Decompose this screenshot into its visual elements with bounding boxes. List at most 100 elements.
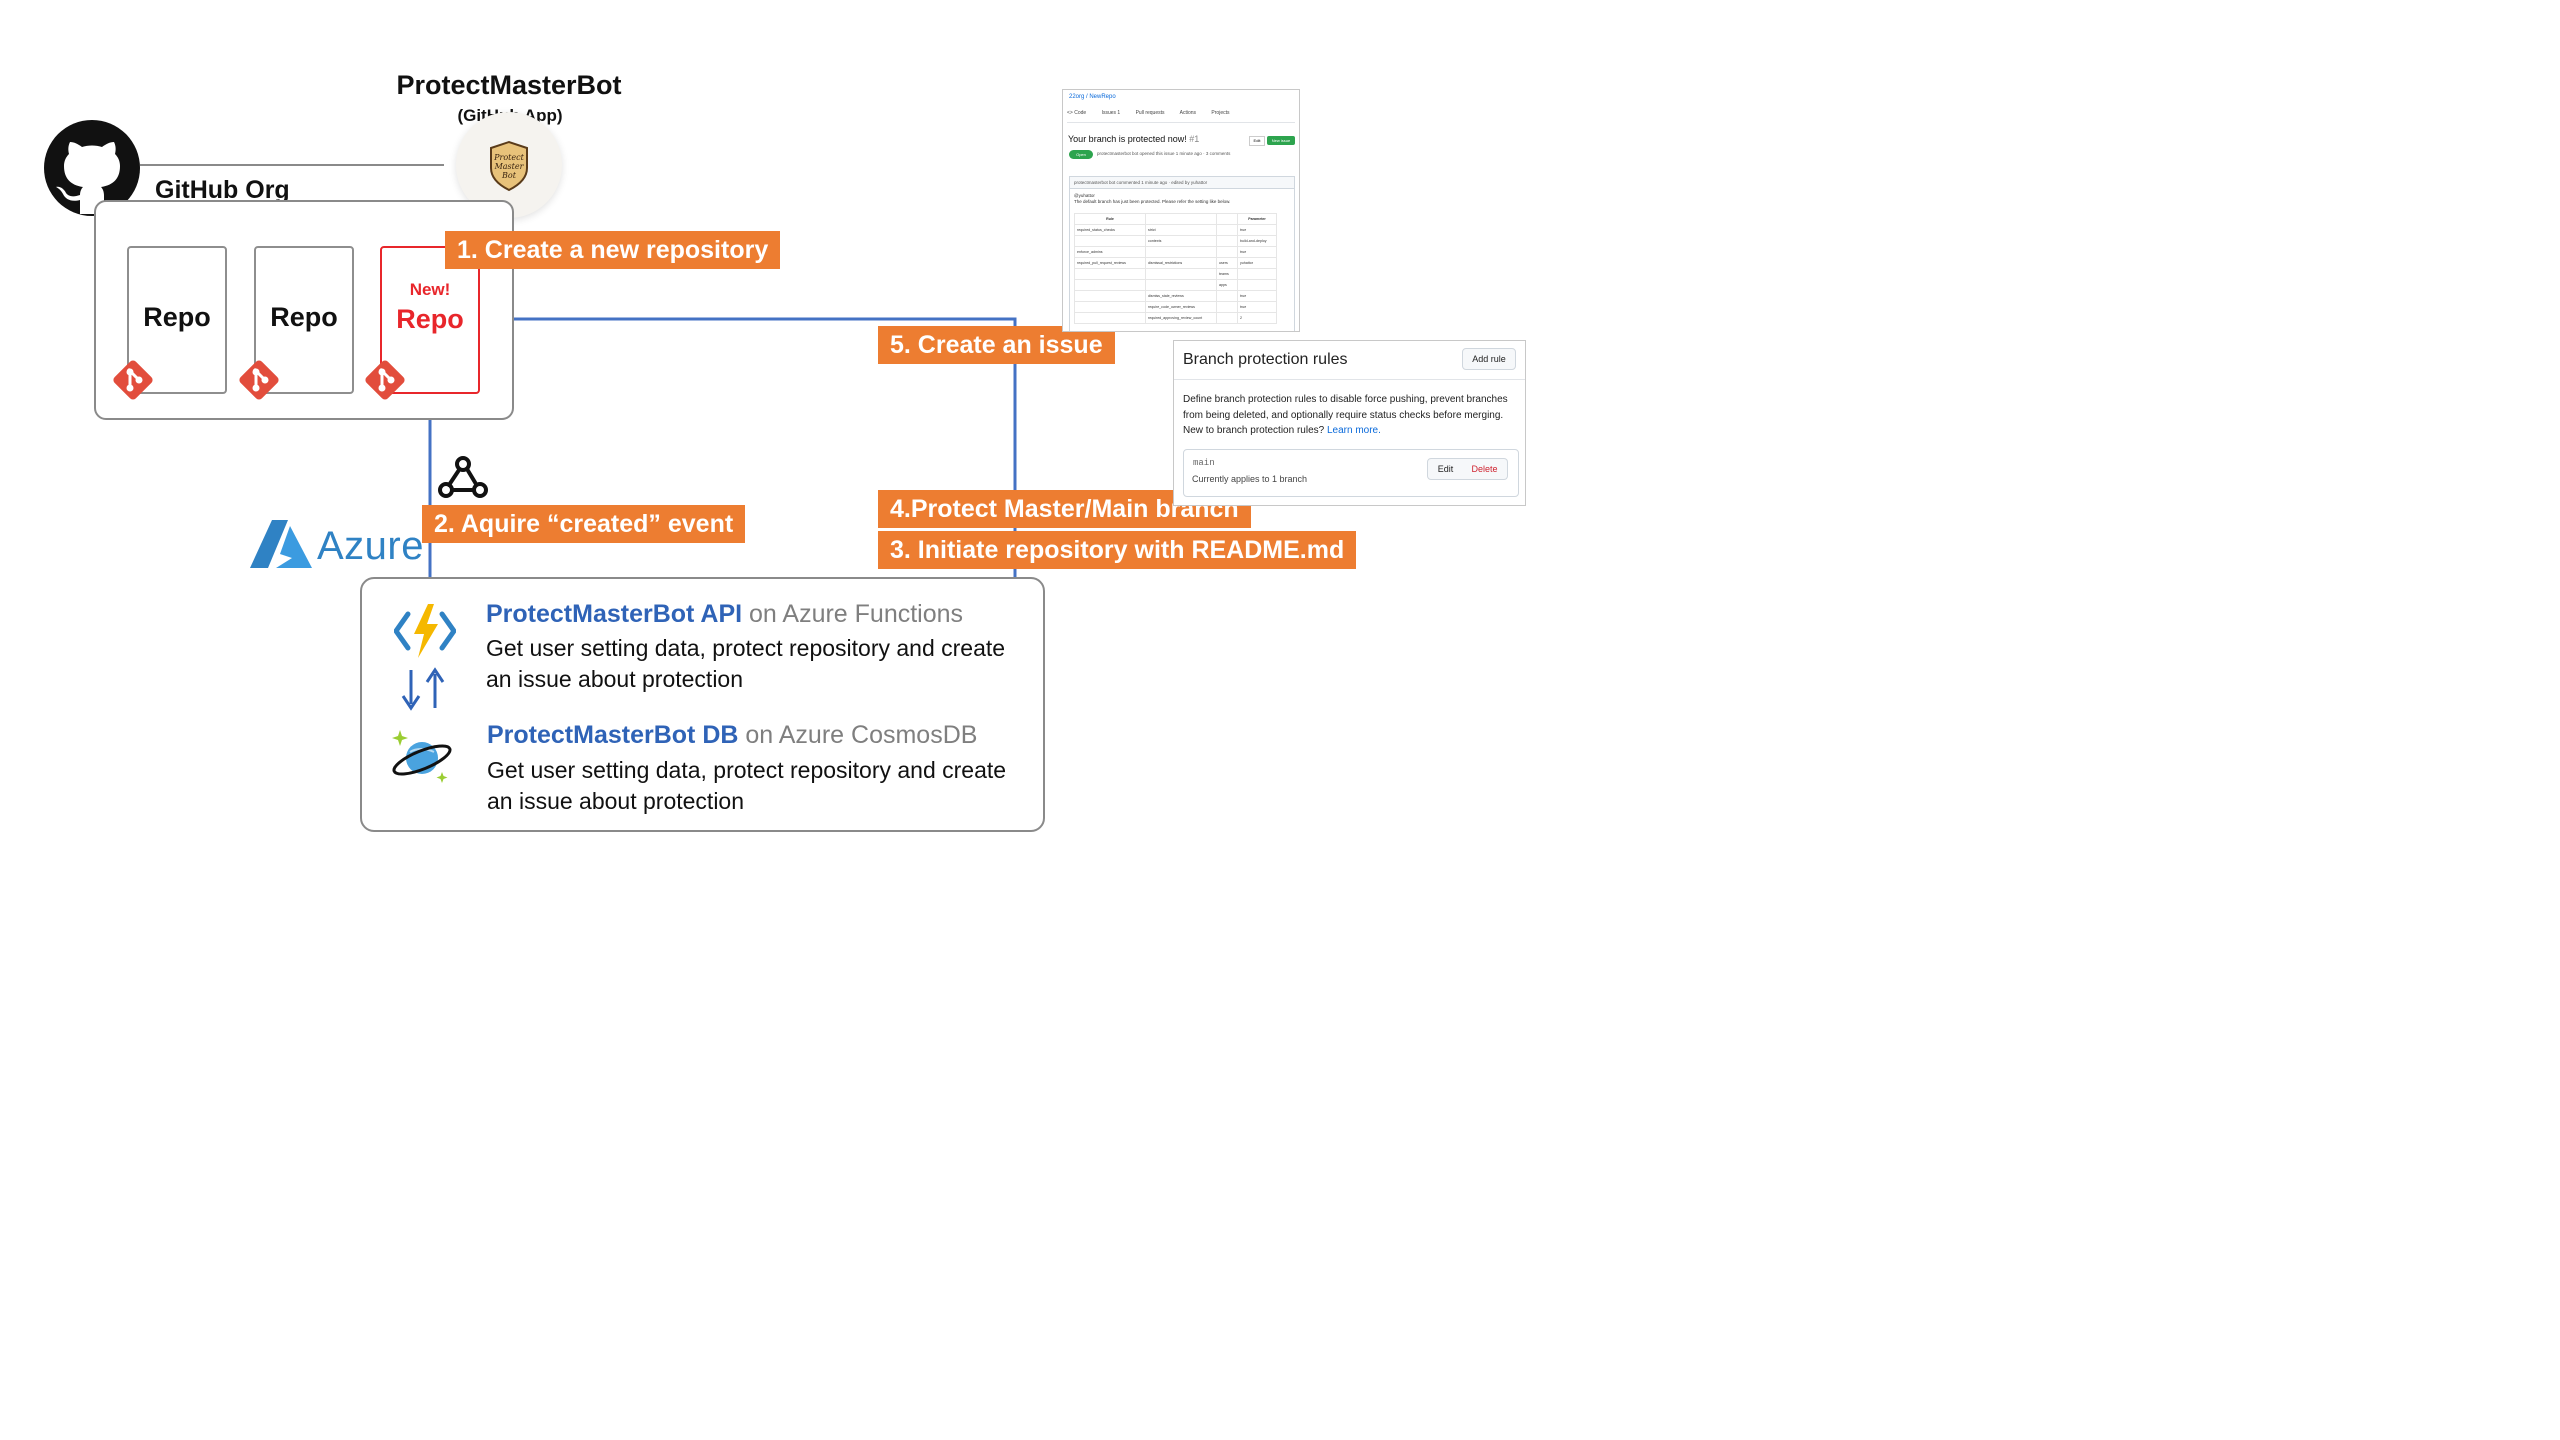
new-repo-badge: New! [409,280,451,299]
table-cell: dismissal_restrictions [1145,257,1217,269]
bot-name: ProtectMasterBot [396,70,622,100]
repo-name: Repo [270,302,338,332]
issue-edit-button[interactable]: Edit [1249,136,1265,146]
branch-rules-title: Branch protection rules [1183,351,1348,368]
branch-rules-screenshot: Branch protection rules Add rule Define … [1173,340,1526,506]
table-cell: enforce_admins [1074,246,1146,258]
git-icon [113,360,153,400]
table-cell: yuhattor [1237,257,1277,269]
comment-header: protectmasterbot bot commented 1 minute … [1070,177,1294,189]
table-cell: required_approving_review_count [1145,312,1217,324]
table-cell [1216,246,1238,258]
tab-pull-requests[interactable]: Pull requests [1136,110,1165,116]
table-cell [1074,290,1146,302]
table-cell: contexts [1145,235,1217,247]
table-cell [1074,279,1146,291]
azure-logo-icon [250,520,312,568]
table-cell [1074,301,1146,313]
table-header-row: Rule Parameter [1074,213,1277,225]
table-cell [1145,268,1217,280]
table-header [1216,213,1238,225]
table-row: require_code_owner_reviews true [1074,301,1277,313]
api-service-description: Get user setting data, protect repositor… [486,635,1006,692]
branch-rules-description: Define branch protection rules to disabl… [1183,392,1513,439]
issue-repo-path: 22org / NewRepo [1069,94,1116,100]
table-cell [1216,290,1238,302]
delete-rule-button[interactable]: Delete [1462,458,1508,480]
db-service-description: Get user setting data, protect repositor… [487,757,1007,814]
table-cell: true [1237,246,1277,258]
tab-projects[interactable]: Projects [1211,110,1229,116]
table-cell [1074,312,1146,324]
table-cell [1216,301,1238,313]
add-rule-button[interactable]: Add rule [1462,348,1516,370]
learn-more-link[interactable]: Learn more. [1327,425,1381,436]
table-cell: required_status_checks [1074,224,1146,236]
tab-actions[interactable]: Actions [1180,110,1196,116]
comment-body: @yuhattor The default branch has just be… [1074,193,1230,205]
db-service-name: ProtectMasterBot DB [487,721,739,749]
tab-issues[interactable]: Issues 1 [1102,110,1121,116]
new-issue-button[interactable]: New issue [1267,136,1295,145]
branch-applies-text: Currently applies to 1 branch [1192,474,1308,484]
db-service-title: ProtectMasterBot DB on Azure CosmosDB [487,721,977,750]
table-header [1145,213,1217,225]
repo-name: Repo [396,304,464,334]
sync-arrows-icon [401,667,445,711]
issue-meta: protectmasterbot bot opened this issue 1… [1097,151,1231,156]
table-cell [1145,279,1217,291]
tab-code[interactable]: <> Code [1067,110,1086,116]
issue-number: #1 [1189,134,1200,144]
table-header: Rule [1074,213,1146,225]
edit-rule-button[interactable]: Edit [1427,458,1464,480]
api-service-platform: on Azure Functions [742,600,964,628]
issue-screenshot: 22org / NewRepo <> Code Issues 1 Pull re… [1062,89,1300,332]
issue-repo-tabs: <> Code Issues 1 Pull requests Actions P… [1067,110,1295,123]
table-row: enforce_admins true [1074,246,1277,258]
table-cell [1237,268,1277,280]
table-cell: build-and-deploy [1237,235,1277,247]
table-row: contexts build-and-deploy [1074,235,1277,247]
table-row: required_approving_review_count 2 [1074,312,1277,324]
table-cell: dismiss_stale_reviews [1145,290,1217,302]
git-icon [239,360,279,400]
table-row: teams [1074,268,1277,280]
table-cell: true [1237,290,1277,302]
bot-logo-text-1: Protect [493,153,524,162]
issue-title-text: Your branch is protected now! [1068,134,1187,144]
step-1-label: 1. Create a new repository [445,231,781,269]
table-cell: 2 [1237,312,1277,324]
table-cell: apps [1216,279,1238,291]
git-icon [365,360,405,400]
table-cell [1074,235,1146,247]
table-cell [1216,312,1238,324]
api-service-title: ProtectMasterBot API on Azure Functions [486,600,963,629]
issue-state-badge: Open [1069,150,1093,159]
table-row: apps [1074,279,1277,291]
table-header: Parameter [1237,213,1277,225]
webhook-icon [438,456,488,498]
table-cell: required_pull_request_reviews [1074,257,1146,269]
table-cell: true [1237,301,1277,313]
step-2-label: 2. Aquire “created” event [422,505,746,543]
table-cell: users [1216,257,1238,269]
api-service-name: ProtectMasterBot API [486,600,743,628]
cosmosdb-icon [392,730,452,783]
azure-label: Azure [317,524,424,568]
table-cell: strict [1145,224,1217,236]
bot-logo-text-2: Master [494,162,525,171]
table-cell: teams [1216,268,1238,280]
azure-functions-icon [394,604,456,658]
step-3-label: 3. Initiate repository with README.md [878,531,1357,569]
branch-rule-card: main Currently applies to 1 branch Edit … [1183,449,1519,497]
table-cell [1145,246,1217,258]
table-cell [1216,224,1238,236]
table-cell [1237,279,1277,291]
protection-settings-table: Rule Parameter required_status_checks str… [1074,213,1277,324]
branch-name: main [1193,458,1215,468]
db-service-platform: on Azure CosmosDB [738,721,978,749]
table-row: dismiss_stale_reviews true [1074,290,1277,302]
divider [1174,379,1525,380]
issue-title: Your branch is protected now! #1 [1068,134,1199,144]
table-cell: true [1237,224,1277,236]
